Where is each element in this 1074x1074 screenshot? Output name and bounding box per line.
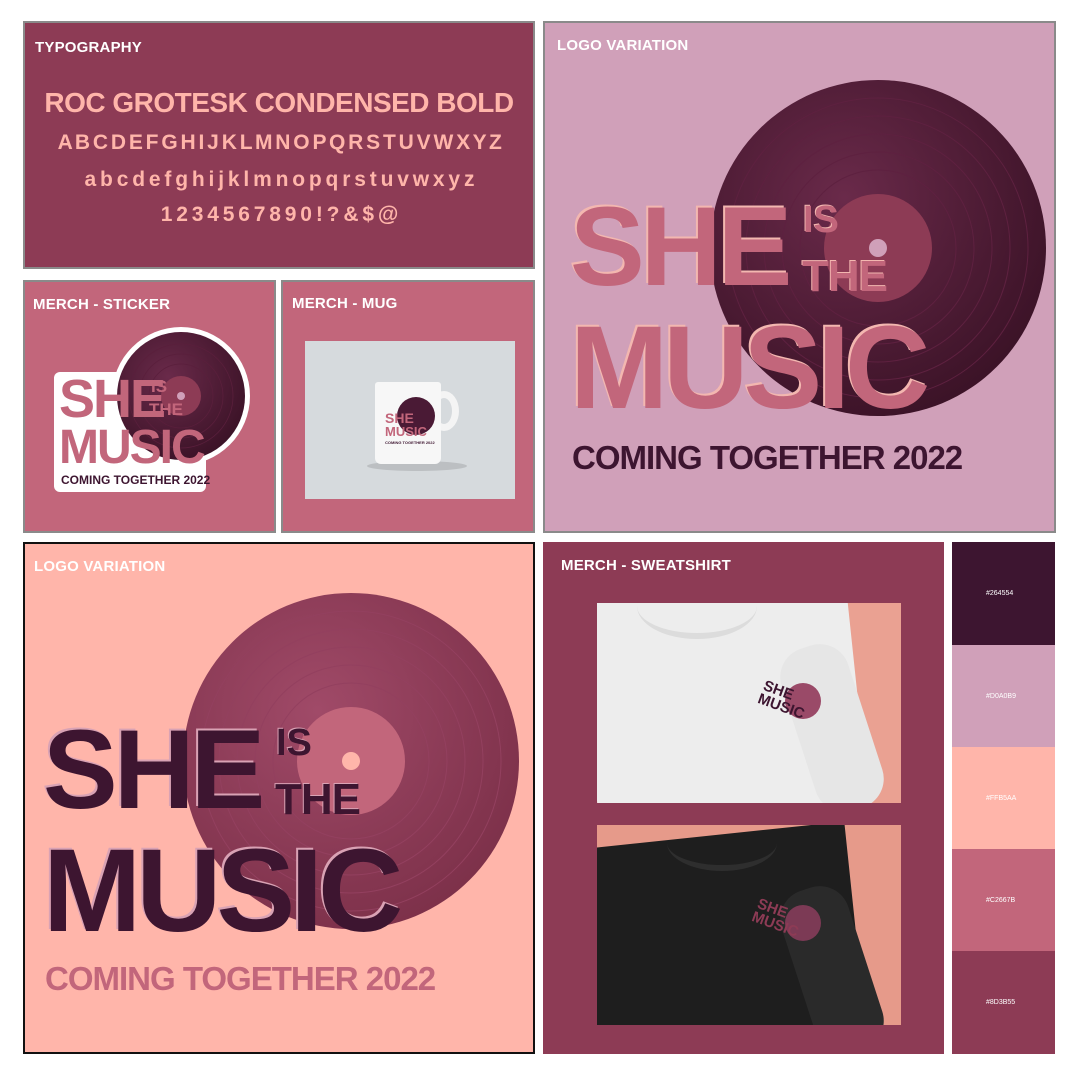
merch-mug-label: MERCH - MUG [292,295,398,312]
logo2-tagline: COMING TOGETHER 2022 [45,960,436,997]
mug-word-she: SHE [385,410,414,426]
merch-sweatshirt-panel: MERCH - SWEATSHIRT SHE MUSIC SHE MUSIC [543,542,944,1054]
white-sweatshirt-photo: SHE MUSIC [597,603,901,803]
swatch-5: #8D3B55 [952,951,1055,1054]
logo2-word-is: IS [276,722,312,764]
mug-photo: SHE MUSIC COMING TOGETHER 2022 [305,341,515,499]
merch-sticker-label: MERCH - STICKER [33,296,171,313]
swatch-4: #C2667B [952,849,1055,951]
mug-word-music: MUSIC [385,424,427,439]
logo2-word-she: SHE [43,707,265,832]
lowercase-specimen: a b c d e f g h i j k l m n o p q r s t … [84,168,475,191]
numerals-specimen: 1 2 3 4 5 6 7 8 9 0 ! ? & $ @ [160,203,399,226]
logo-variation-mauve-panel: LOGO VARIATION SHE IS THE MUSIC COMING T… [543,21,1056,533]
sticker-word-music: MUSIC [59,421,206,474]
logo-variation-peach-panel: LOGO VARIATION SHE IS THE MUSIC COMING T… [23,542,535,1054]
swatch-2-hex: #D0A0B9 [986,692,1016,700]
logo1-word-is: IS [803,199,839,241]
typography-label: TYPOGRAPHY [35,39,143,56]
swatch-4-hex: #C2667B [986,896,1016,904]
logo1-word-the: THE [802,252,888,301]
sticker-word-the: THE [149,400,183,419]
logo2-word-the: THE [275,775,361,824]
logo-variation-label: LOGO VARIATION [34,558,166,575]
color-palette: #264554 #D0A0B9 #FFB5AA #C2667B #8D3B55 [952,542,1055,1054]
font-name: ROC GROTESK CONDENSED BOLD [44,87,514,118]
uppercase-specimen: A B C D E F G H I J K L M N O P Q R S T … [57,131,502,154]
black-sweatshirt-photo: SHE MUSIC [597,825,901,1025]
merch-sticker-panel: MERCH - STICKER SHE IS THE MUSIC COMING … [23,280,276,533]
sticker-tagline: COMING TOGETHER 2022 [61,473,211,487]
swatch-5-hex: #8D3B55 [986,999,1016,1006]
logo-variation-label: LOGO VARIATION [557,37,689,54]
merch-mug-panel: MERCH - MUG SHE MUSIC COMING TOGETHER 20… [281,280,535,533]
logo1-tagline: COMING TOGETHER 2022 [572,439,963,476]
swatch-1-hex: #264554 [986,590,1014,597]
mug-tagline: COMING TOGETHER 2022 [385,440,435,445]
logo1-word-music: MUSIC [570,302,930,434]
merch-sweatshirt-label: MERCH - SWEATSHIRT [561,557,731,574]
typography-panel: TYPOGRAPHY ROC GROTESK CONDENSED BOLD A … [23,21,535,269]
swatch-3-hex: #FFB5AA [986,794,1017,802]
logo1-word-she: SHE [570,184,792,309]
logo2-word-music: MUSIC [43,825,403,957]
swatch-2: #D0A0B9 [952,645,1055,747]
swatch-1: #264554 [952,542,1055,645]
swatch-3: #FFB5AA [952,747,1055,849]
sticker-word-is: IS [151,377,168,396]
